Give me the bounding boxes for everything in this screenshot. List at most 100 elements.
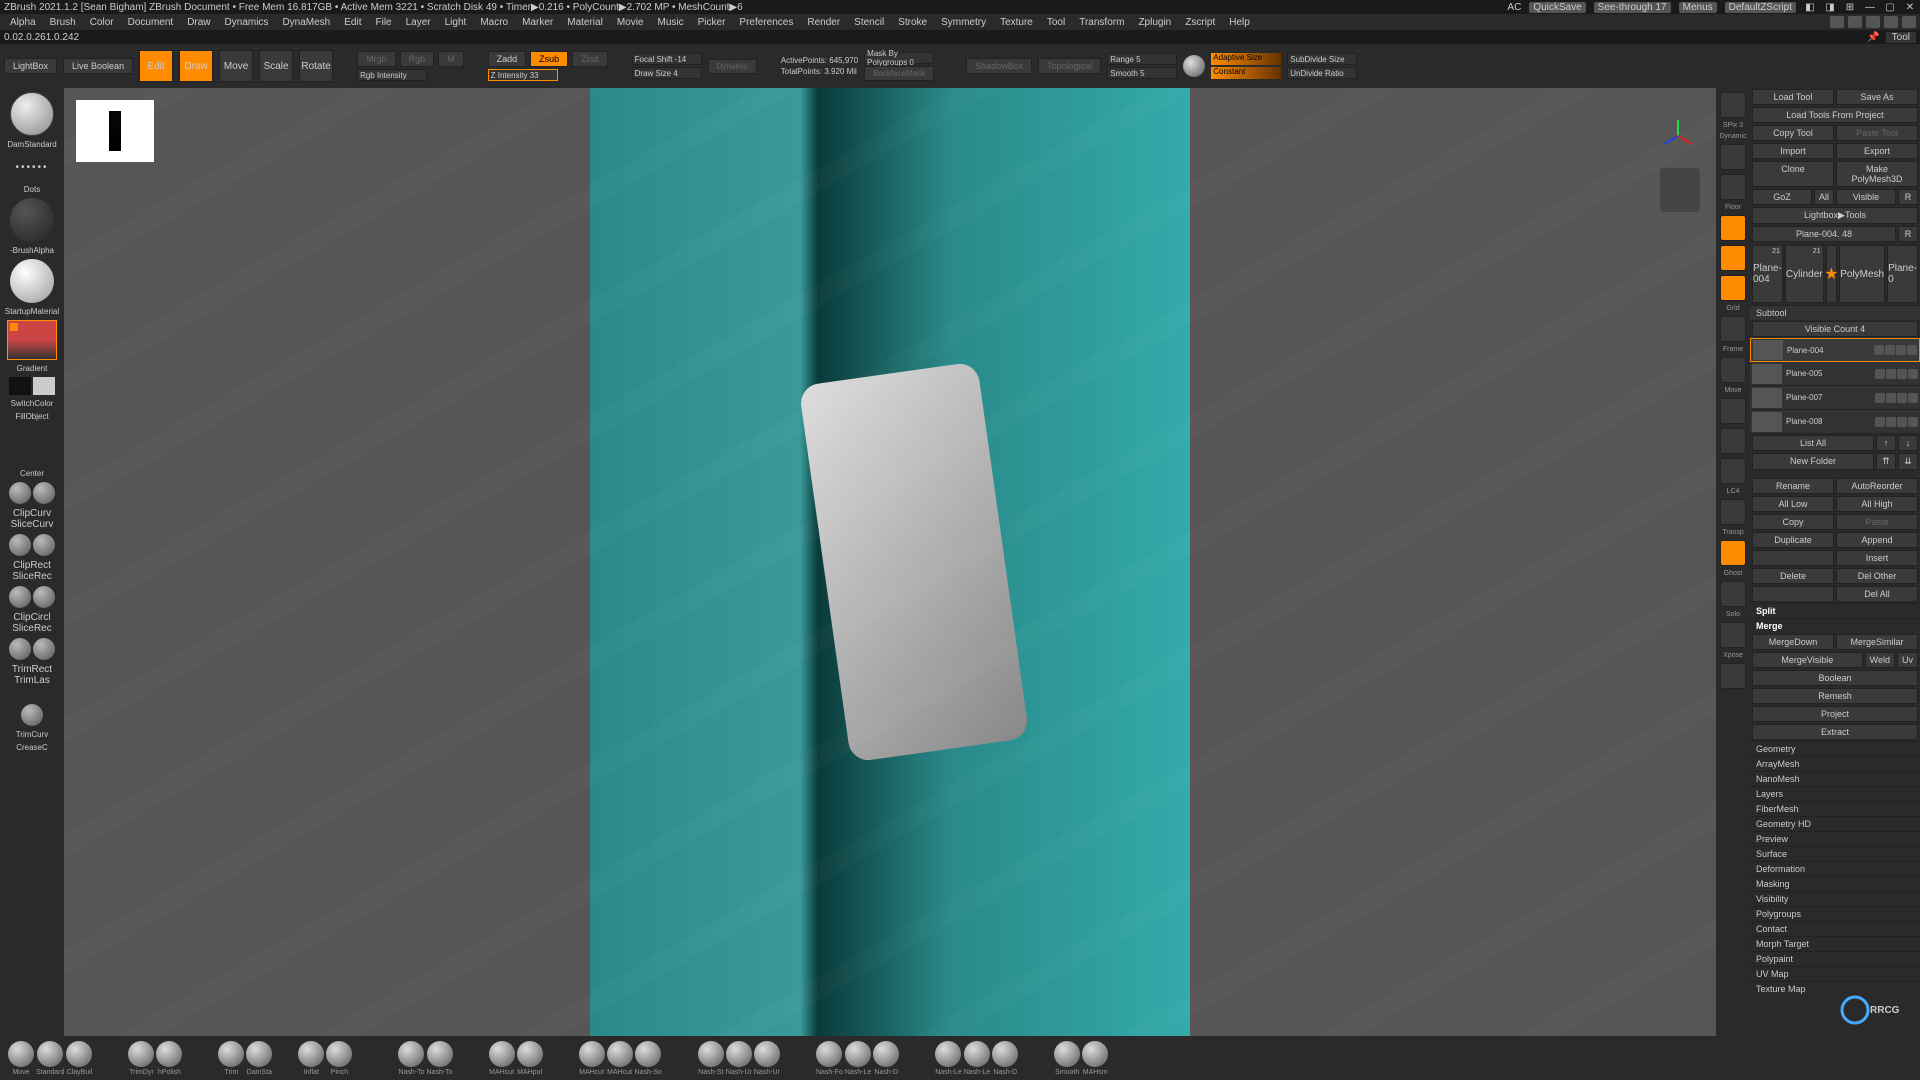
menu-macro[interactable]: Macro <box>474 17 514 28</box>
shelf-nashd-2[interactable]: Nash-D <box>992 1041 1018 1076</box>
aahalf-button[interactable] <box>1720 144 1746 170</box>
slicerec2-brush[interactable] <box>33 586 55 608</box>
window-extra-3[interactable]: ⊞ <box>1844 2 1856 13</box>
focal-shift-slider[interactable]: Focal Shift -14 <box>632 53 702 65</box>
trimlasso-brush[interactable] <box>33 638 55 660</box>
transp-button[interactable] <box>1720 499 1746 525</box>
morph-section[interactable]: Morph Target <box>1750 936 1920 951</box>
arraymesh-section[interactable]: ArrayMesh <box>1750 756 1920 771</box>
polygroups-section[interactable]: Polygroups <box>1750 906 1920 921</box>
menu-preferences[interactable]: Preferences <box>733 17 799 28</box>
move-mode-button[interactable]: Move <box>219 50 253 82</box>
scale-mode-button[interactable]: Scale <box>259 50 293 82</box>
zadd-button[interactable]: Zadd <box>488 51 527 67</box>
lc2-button[interactable] <box>1720 245 1746 271</box>
autoreorder-button[interactable]: AutoReorder <box>1836 478 1918 494</box>
bpr-button[interactable] <box>1720 92 1746 118</box>
tool-item-3[interactable]: PolyMesh <box>1839 245 1885 303</box>
shelf-trimdyn[interactable]: TrimDyr <box>128 1041 154 1076</box>
pin-icon[interactable]: 📌 <box>1867 32 1879 43</box>
spix-label[interactable]: SPix 3 <box>1723 122 1743 129</box>
dynamic-toggle[interactable]: Dynamic <box>708 59 757 74</box>
shelf-pinch[interactable]: Pinch <box>326 1041 352 1076</box>
extra-nav-button[interactable] <box>1720 663 1746 689</box>
menu-zscript[interactable]: Zscript <box>1179 17 1221 28</box>
move-down-button[interactable]: ↓ <box>1898 435 1918 451</box>
lightbox-tools-button[interactable]: Lightbox▶Tools <box>1752 207 1918 224</box>
split-section[interactable]: Split <box>1750 603 1920 618</box>
tool-item-1[interactable]: 21Cylinder <box>1785 245 1824 303</box>
shelf-mahpol[interactable]: MAHpol <box>517 1041 543 1076</box>
copy-subtool-button[interactable]: Copy <box>1752 514 1834 530</box>
copy-tool-button[interactable]: Copy Tool <box>1752 125 1834 141</box>
menu-music[interactable]: Music <box>652 17 690 28</box>
shelf-nashst[interactable]: Nash-St <box>698 1041 724 1076</box>
window-extra-2[interactable]: ◨ <box>1824 2 1836 13</box>
boolean-button[interactable]: Boolean <box>1752 670 1918 686</box>
uv-button[interactable]: Uv <box>1897 652 1918 668</box>
trimcurv-brush[interactable] <box>21 704 43 726</box>
polyframe-icon[interactable] <box>1896 345 1906 355</box>
window-extra-1[interactable]: ◧ <box>1804 2 1816 13</box>
tool-r-button[interactable]: R <box>1898 226 1918 242</box>
quicksave-button[interactable]: QuickSave <box>1529 2 1585 13</box>
edit-mode-button[interactable]: Edit <box>139 50 173 82</box>
load-project-button[interactable]: Load Tools From Project <box>1752 107 1918 123</box>
backface-mask-toggle[interactable]: BackfaceMask <box>864 66 934 81</box>
uvmap-section[interactable]: UV Map <box>1750 966 1920 981</box>
goz-visible-button[interactable]: Visible <box>1836 189 1896 205</box>
menu-marker[interactable]: Marker <box>516 17 559 28</box>
load-tool-button[interactable]: Load Tool <box>1752 89 1834 105</box>
new-folder-button[interactable]: New Folder <box>1752 453 1874 470</box>
append-button[interactable]: Append <box>1836 532 1918 548</box>
dynamesh-icon[interactable] <box>1907 345 1917 355</box>
list-all-button[interactable]: List All <box>1752 435 1874 451</box>
alpha-selector[interactable] <box>10 198 54 242</box>
shelf-claybuild[interactable]: ClayBuil <box>66 1041 92 1076</box>
shadowbox-button[interactable]: ShadowBox <box>966 58 1032 74</box>
menu-zplugin[interactable]: Zplugin <box>1132 17 1177 28</box>
preview-section[interactable]: Preview <box>1750 831 1920 846</box>
move-up-button[interactable]: ↑ <box>1876 435 1896 451</box>
duplicate-button[interactable]: Duplicate <box>1752 532 1834 548</box>
axis-gizmo[interactable] <box>1660 118 1696 154</box>
menu-draw[interactable]: Draw <box>181 17 216 28</box>
shelf-nashso[interactable]: Nash-So <box>635 1041 662 1076</box>
menu-movie[interactable]: Movie <box>611 17 650 28</box>
slicecurv-brush[interactable] <box>33 482 55 504</box>
del-all-button[interactable]: Del All <box>1836 586 1918 602</box>
header-icon-2[interactable] <box>1848 16 1862 28</box>
grid-button[interactable] <box>1720 275 1746 301</box>
menu-edit[interactable]: Edit <box>338 17 367 28</box>
extract-button[interactable]: Extract <box>1752 724 1918 740</box>
insert-button[interactable]: Insert <box>1836 550 1918 566</box>
rotate-nav-button[interactable] <box>1720 428 1746 454</box>
remesh-button[interactable]: Remesh <box>1752 688 1918 704</box>
camera-silhouette[interactable] <box>1660 168 1700 212</box>
menu-document[interactable]: Document <box>122 17 180 28</box>
menu-render[interactable]: Render <box>801 17 846 28</box>
maximize-button[interactable]: ▢ <box>1884 2 1896 13</box>
shelf-trim[interactable]: Trim <box>218 1041 244 1076</box>
color-swatches[interactable] <box>9 377 55 395</box>
shelf-inflat[interactable]: Inflat <box>298 1041 324 1076</box>
deformation-section[interactable]: Deformation <box>1750 861 1920 876</box>
dynamic-label[interactable]: Dynamic <box>1719 133 1746 140</box>
rgb-intensity-slider[interactable]: Rgb Intensity <box>357 69 427 81</box>
shelf-nashur-2[interactable]: Nash-Ur <box>754 1041 780 1076</box>
import-button[interactable]: Import <box>1752 143 1834 159</box>
goz-button[interactable]: GoZ <box>1752 189 1812 205</box>
menu-help[interactable]: Help <box>1223 17 1256 28</box>
draw-mode-button[interactable]: Draw <box>179 50 213 82</box>
surface-section[interactable]: Surface <box>1750 846 1920 861</box>
paste-subtool-button[interactable]: Paste <box>1836 514 1918 530</box>
contact-section[interactable]: Contact <box>1750 921 1920 936</box>
rotate-mode-button[interactable]: Rotate <box>299 50 333 82</box>
mergevisible-button[interactable]: MergeVisible <box>1752 652 1863 668</box>
shelf-nashle-3[interactable]: Nash-Le <box>964 1041 990 1076</box>
m-button[interactable]: M <box>438 51 464 67</box>
menu-layer[interactable]: Layer <box>400 17 437 28</box>
ghost-button[interactable] <box>1720 540 1746 566</box>
tool-item-2[interactable] <box>1826 245 1838 303</box>
shelf-hpolish[interactable]: hPolish <box>156 1041 182 1076</box>
